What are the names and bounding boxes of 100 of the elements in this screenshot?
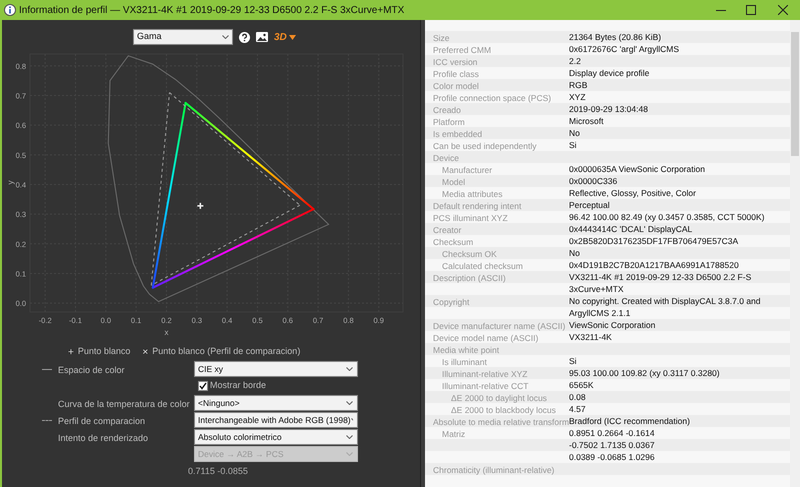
legend-symbol: +	[68, 346, 74, 360]
property-label: Device manufacturer name (ASCII)	[433, 321, 566, 331]
dropdown[interactable]: <Ninguno>	[194, 395, 358, 411]
property-value: Si	[569, 138, 577, 152]
window-title: Information de perfil — VX3211-4K #1 2019-09-29 12-33 D6500 2.2 F-S 3xCurve+MTX	[19, 4, 404, 18]
cursor-readout: 0.7115 -0.0855	[187, 465, 249, 478]
3d-menu-button[interactable]: 3D	[274, 30, 296, 44]
property-label: Profile connection space (PCS)	[433, 93, 552, 103]
field-label: Curva de la temperatura de color	[58, 399, 190, 409]
property-value: 6565K	[569, 378, 594, 392]
property-value: VX3211-4K #1 2019-09-29 12-33 D6500 2.2 F-S	[569, 270, 752, 284]
property-label: Description (ASCII)	[433, 273, 506, 283]
property-value: Display device profile	[569, 66, 650, 80]
property-label: Preferred CMM	[433, 45, 492, 55]
property-label: Checksum OK	[442, 249, 497, 259]
property-label: Device	[433, 153, 459, 163]
property-value: 0x6172676C 'argl' ArgyllCMS	[569, 42, 680, 56]
caret-icon	[346, 435, 353, 439]
property-label: ΔE 2000 to blackbody locus	[451, 405, 556, 415]
property-value: Perceptual	[569, 198, 610, 212]
property-label: Creator	[433, 225, 462, 235]
caret-icon	[346, 367, 353, 371]
dropdown[interactable]: Absoluto colorimetrico	[194, 429, 358, 445]
property-label: Is embedded	[433, 129, 482, 139]
property-value: 95.03 100.00 109.82 (xy 0.3117 0.3280)	[569, 366, 720, 380]
property-label: Matriz	[442, 429, 466, 439]
property-value: 0x0000635A ViewSonic Corporation	[569, 162, 705, 176]
checkbox-label: Mostrar borde	[210, 379, 266, 392]
property-value: 0.0389 -0.0685 1.0296	[569, 450, 655, 464]
view-select[interactable]: Gama	[133, 29, 233, 45]
property-label: Media attributes	[442, 189, 502, 199]
property-value: 0.08	[569, 390, 586, 404]
property-label: Size	[433, 33, 450, 43]
info-icon	[4, 4, 16, 16]
property-value: -0.7502 1.7135 0.0367	[569, 438, 655, 452]
y-axis-label: y	[6, 180, 15, 184]
property-value: 4.57	[569, 402, 586, 416]
scrollbar[interactable]	[790, 20, 800, 487]
property-label: Manufacturer	[442, 165, 492, 175]
property-label: Calculated checksum	[442, 261, 523, 271]
property-value: 0x2B5820D3176235DF17FB706479E57C3A	[569, 234, 738, 248]
property-label: Illuminant-relative XYZ	[442, 369, 528, 379]
property-value: VX3211-4K	[569, 330, 612, 344]
property-value: No	[569, 246, 580, 260]
property-label: Copyright	[433, 297, 470, 307]
property-label: Checksum	[433, 237, 474, 247]
property-label: Is illuminant	[442, 357, 487, 367]
property-value: No	[569, 126, 580, 140]
property-value: Reflective, Glossy, Positive, Color	[569, 186, 696, 200]
property-value: 3xCurve+MTX	[569, 282, 624, 296]
image-icon[interactable]	[256, 32, 268, 42]
property-label: Profile class	[433, 69, 479, 79]
property-value: Microsoft	[569, 114, 604, 128]
property-value: No copyright. Created with DisplayCAL 3.8.7.0 and	[569, 294, 761, 308]
maximize-icon	[746, 5, 756, 15]
dropdown[interactable]: CIE xy	[194, 361, 358, 377]
property-value: 0x0000C336	[569, 174, 618, 188]
property-label: Device model name (ASCII)	[433, 333, 538, 343]
property-value: Si	[569, 354, 577, 368]
dropdown[interactable]: Interchangeable with Adobe RGB (1998)	[194, 412, 358, 428]
property-value: 0x4443414C 'DCAL' DisplayCAL	[569, 222, 692, 236]
field-label: Espacio de color	[58, 365, 125, 375]
caret-icon	[350, 418, 353, 422]
property-value: XYZ	[569, 90, 586, 104]
property-value: 0.8951 0.2664 -0.1614	[569, 426, 655, 440]
property-value: 2019-09-29 13:04:48	[569, 102, 648, 116]
close-icon	[778, 5, 788, 15]
property-label: Creado	[433, 105, 461, 115]
property-label: Chromaticity (illuminant-relative)	[433, 465, 554, 475]
legend-label: Punto blanco (Perfil de comparacion)	[152, 345, 300, 358]
property-label: ΔE 2000 to daylight locus	[451, 393, 547, 403]
legend-label: Punto blanco	[78, 345, 130, 358]
scrollbar-thumb[interactable]	[791, 32, 799, 156]
property-value: 0x4D191B2C7B20A1217BAA6991A1788520	[569, 258, 739, 272]
property-value: Bradford (ICC recommendation)	[569, 414, 690, 428]
property-value: ViewSonic Corporation	[569, 318, 656, 332]
property-value: 2.2	[569, 54, 581, 68]
help-icon[interactable]	[239, 32, 250, 42]
property-value: 96.42 100.00 82.49 (xy 0.3457 0.3585, CCT 5000K)	[569, 210, 764, 224]
field-label: Intento de renderizado	[58, 433, 148, 443]
property-label: Illuminant-relative CCT	[442, 381, 528, 391]
caret-icon	[288, 34, 296, 40]
property-label: ICC version	[433, 57, 478, 67]
field-label: Perfil de comparacion	[58, 416, 146, 426]
property-label: Color model	[433, 81, 479, 91]
property-label: Default rendering intent	[433, 201, 522, 211]
x-axis-label: x	[164, 328, 168, 337]
property-label: PCS illuminant XYZ	[433, 213, 508, 223]
checkbox[interactable]	[198, 381, 208, 391]
property-value: ArgyllCMS 2.1.1	[569, 306, 630, 320]
property-label: Absolute to media relative transform	[433, 417, 570, 427]
caret-icon	[346, 401, 353, 405]
property-value: RGB	[569, 78, 588, 92]
legend-symbol: ×	[142, 346, 148, 360]
caret-icon	[346, 452, 353, 456]
caret-icon	[222, 35, 229, 39]
property-label: Platform	[433, 117, 465, 127]
property-label: Model	[442, 177, 466, 187]
property-label: Can be used independently	[433, 141, 536, 151]
crosshair-marker	[196, 202, 204, 210]
